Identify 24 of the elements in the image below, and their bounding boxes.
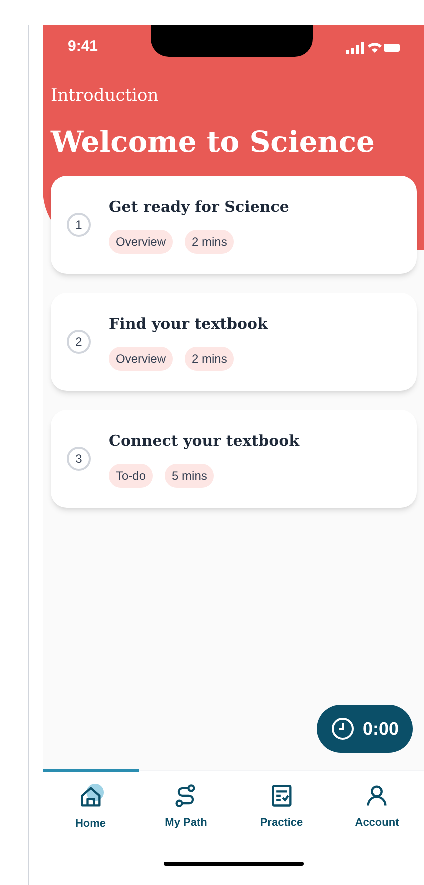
step-number: 1	[67, 212, 91, 237]
nav-tab[interactable]: My Path	[138, 771, 234, 850]
timer-button[interactable]: 0:00	[316, 705, 413, 753]
lesson-title: Get ready for Science	[109, 196, 290, 218]
step-number: 2	[67, 330, 91, 354]
status-icons	[346, 42, 400, 54]
tag: Overview	[109, 230, 174, 254]
lesson-title: Find your textbook	[109, 314, 268, 334]
nav-tab[interactable]: Account	[330, 771, 424, 850]
lesson-card[interactable]: 2 Find your textbook Overview 2 mins	[51, 292, 417, 391]
status-time: 9:41	[68, 37, 98, 58]
tag: Overview	[109, 347, 174, 371]
lesson-title: Connect your textbook	[109, 430, 300, 452]
nav-tab[interactable]: Practice	[234, 771, 330, 850]
tag: 5 mins	[165, 464, 214, 488]
lesson-card[interactable]: 1 Get ready for Science Overview 2 mins	[51, 176, 417, 274]
tag: 2 mins	[185, 347, 234, 371]
tag: 2 mins	[185, 230, 234, 254]
page-title: Welcome to Science	[51, 124, 376, 160]
clock-icon	[330, 717, 355, 741]
step-number: 3	[67, 446, 91, 471]
lesson-card[interactable]: 3 Connect your textbook To-do 5 mins	[51, 410, 417, 508]
tag: To-do	[109, 464, 154, 488]
section-subtitle: Introduction	[51, 85, 160, 108]
